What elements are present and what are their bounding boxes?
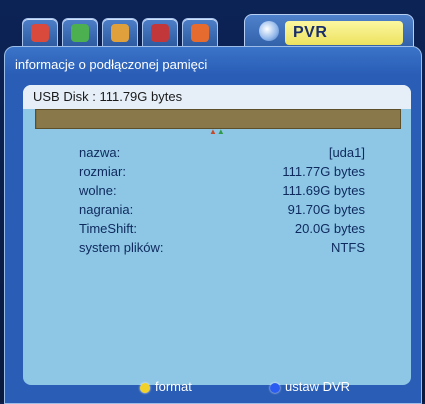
set-dvr-label: ustaw DVR (285, 379, 350, 394)
free-key: wolne: (79, 183, 117, 198)
footer-bar: format ustaw DVR (0, 378, 425, 400)
tab-pvr[interactable]: PVR (244, 14, 414, 50)
timeshift-key: TimeShift: (79, 221, 137, 236)
settings-icon (111, 24, 129, 42)
usage-markers: ▲▲ (209, 127, 225, 136)
timeshift-value: 20.0G bytes (295, 221, 365, 236)
disc-icon (191, 24, 209, 42)
card-icon (151, 24, 169, 42)
tab-pvr-label-box: PVR (285, 21, 403, 45)
pvr-panel: informacje o podłączonej pamięci USB Dis… (4, 46, 422, 404)
row-timeshift: TimeShift: 20.0G bytes (23, 221, 411, 240)
row-filesystem: system plików: NTFS (23, 240, 411, 259)
name-key: nazwa: (79, 145, 120, 160)
tab-pvr-label: PVR (293, 24, 327, 42)
name-value: [uda1] (329, 145, 365, 160)
filesystem-key: system plików: (79, 240, 164, 255)
pvr-icon (259, 21, 279, 41)
free-value: 111.69G bytes (282, 183, 365, 198)
filesystem-value: NTFS (331, 240, 365, 255)
info-rows: nazwa: [uda1] rozmiar: 111.77G bytes wol… (23, 145, 411, 259)
marker-green-icon: ▲ (217, 127, 225, 136)
size-value: 111.77G bytes (282, 164, 365, 179)
format-label: format (155, 379, 192, 394)
disk-title-bar: USB Disk : 111.79G bytes (23, 85, 411, 109)
recordings-value: 91.70G bytes (288, 202, 365, 217)
marker-red-icon: ▲ (209, 127, 217, 136)
row-recordings: nagrania: 91.70G bytes (23, 202, 411, 221)
tv-menu-screen: PVR informacje o podłączonej pamięci USB… (0, 0, 425, 402)
disk-label: USB Disk : 111.79G bytes (33, 89, 182, 104)
recordings-key: nagrania: (79, 202, 133, 217)
tab-media[interactable] (22, 18, 58, 48)
tab-disc[interactable] (182, 18, 218, 48)
tools-icon (71, 24, 89, 42)
panel-header: informacje o podłączonej pamięci (15, 57, 207, 72)
media-icon (31, 24, 49, 42)
storage-usage-bar (35, 109, 401, 129)
row-name: nazwa: [uda1] (23, 145, 411, 164)
tab-settings[interactable] (102, 18, 138, 48)
tab-card[interactable] (142, 18, 178, 48)
format-button[interactable]: format (140, 379, 192, 394)
blue-button-icon (270, 383, 280, 393)
yellow-button-icon (140, 383, 150, 393)
storage-info-card: USB Disk : 111.79G bytes ▲▲ nazwa: [uda1… (23, 85, 411, 385)
row-free: wolne: 111.69G bytes (23, 183, 411, 202)
tab-tools[interactable] (62, 18, 98, 48)
size-key: rozmiar: (79, 164, 126, 179)
set-dvr-button[interactable]: ustaw DVR (270, 379, 350, 394)
row-size: rozmiar: 111.77G bytes (23, 164, 411, 183)
